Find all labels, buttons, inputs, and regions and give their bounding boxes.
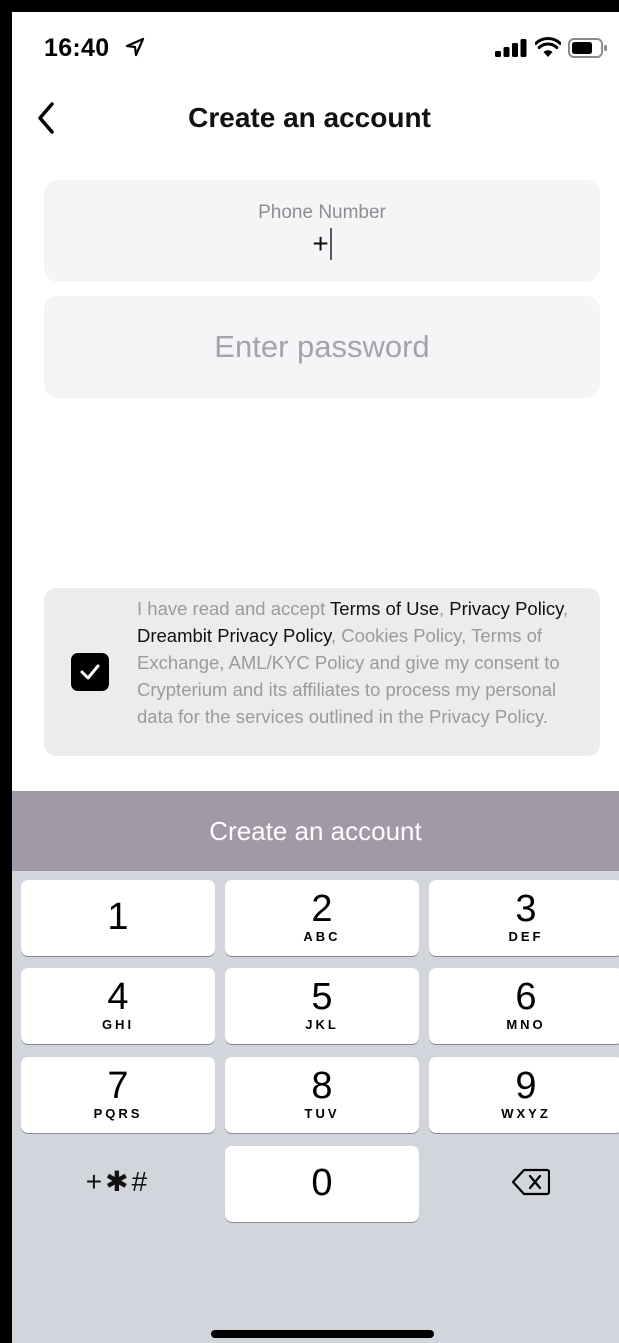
key-letters: GHI	[101, 1017, 135, 1032]
password-field[interactable]	[44, 296, 600, 398]
key-9[interactable]: 9 WXYZ	[429, 1057, 619, 1133]
symbols-label: +✱#	[85, 1166, 151, 1197]
wifi-icon	[535, 36, 561, 57]
checkmark-icon	[80, 664, 100, 680]
cellular-signal-icon	[495, 39, 527, 57]
key-letters: JKL	[305, 1017, 339, 1032]
key-digit: 5	[311, 976, 333, 1018]
backspace-icon	[512, 1168, 550, 1196]
key-5[interactable]: 5 JKL	[225, 968, 419, 1044]
key-digit: 8	[311, 1065, 333, 1107]
privacy-policy-link[interactable]: Privacy Policy	[449, 598, 563, 619]
key-8[interactable]: 8 TUV	[225, 1057, 419, 1133]
phone-number-value[interactable]: +	[44, 227, 600, 260]
key-letters: PQRS	[93, 1106, 143, 1121]
terms-of-use-link[interactable]: Terms of Use	[330, 598, 439, 619]
key-letters: TUV	[304, 1106, 340, 1121]
password-input[interactable]	[44, 296, 600, 398]
phone-number-text: +	[312, 228, 329, 259]
home-indicator	[211, 1330, 434, 1338]
key-letters: MNO	[506, 1017, 546, 1032]
key-1[interactable]: 1	[21, 880, 215, 956]
consent-text: I have read and accept Terms of Use, Pri…	[137, 595, 582, 730]
dreambit-privacy-policy-link[interactable]: Dreambit Privacy Policy	[137, 625, 331, 646]
key-digit: 6	[515, 976, 537, 1018]
key-digit: 9	[515, 1065, 537, 1107]
key-6[interactable]: 6 MNO	[429, 968, 619, 1044]
key-3[interactable]: 3 DEF	[429, 880, 619, 956]
key-digit: 3	[515, 888, 537, 930]
key-digit: 2	[311, 888, 333, 930]
location-arrow-icon	[125, 37, 145, 57]
screen: 16:40 Create an account Phone Number + I…	[12, 12, 619, 1343]
symbols-key[interactable]: +✱#	[21, 1146, 215, 1222]
key-digit: 0	[311, 1162, 333, 1204]
text-caret	[329, 227, 332, 260]
consent-separator: ,	[563, 598, 569, 619]
consent-checkbox[interactable]	[71, 653, 109, 691]
key-letters: ABC	[303, 929, 341, 944]
key-letters: WXYZ	[501, 1106, 551, 1121]
key-digit: 4	[107, 976, 129, 1018]
key-0[interactable]: 0	[225, 1146, 419, 1222]
page-title: Create an account	[188, 102, 431, 133]
key-digit: 1	[107, 896, 129, 938]
key-4[interactable]: 4 GHI	[21, 968, 215, 1044]
battery-icon	[568, 38, 607, 58]
consent-text-part: I have read and accept	[137, 598, 331, 619]
delete-key[interactable]	[429, 1146, 619, 1222]
key-digit: 7	[107, 1065, 129, 1107]
consent-box: I have read and accept Terms of Use, Pri…	[44, 588, 600, 756]
key-2[interactable]: 2 ABC	[225, 880, 419, 956]
consent-separator: ,	[439, 598, 450, 619]
phone-number-field[interactable]: Phone Number +	[44, 180, 600, 282]
status-time: 16:40	[44, 34, 110, 62]
key-7[interactable]: 7 PQRS	[21, 1057, 215, 1133]
create-account-button[interactable]: Create an account	[12, 791, 619, 871]
key-letters: DEF	[508, 929, 544, 944]
phone-number-label: Phone Number	[258, 202, 386, 223]
